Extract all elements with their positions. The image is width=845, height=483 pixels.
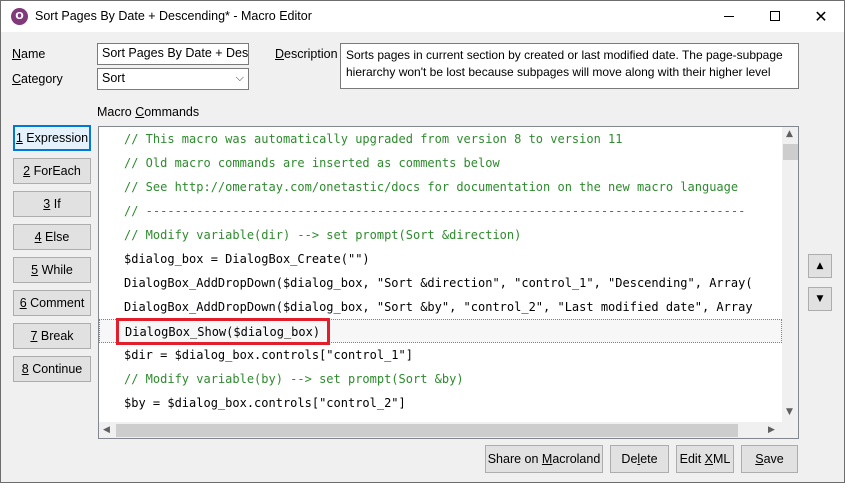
description-label: Description bbox=[275, 47, 338, 61]
break-key: 7 bbox=[30, 329, 38, 343]
expression-label: Expression bbox=[26, 131, 89, 145]
code-line[interactable]: DialogBox_AddDropDown($dialog_box, "Sort… bbox=[99, 295, 782, 319]
comment-button[interactable]: 6 Comment bbox=[13, 290, 91, 316]
scroll-right-arrow-icon[interactable]: ▶ bbox=[768, 425, 775, 435]
highlight-annotation-box bbox=[116, 318, 330, 345]
move-up-button[interactable]: ▲ bbox=[808, 254, 832, 278]
triangle-down-icon: ▼ bbox=[816, 294, 824, 304]
title-bar: O Sort Pages By Date + Descending* - Mac… bbox=[1, 1, 844, 32]
maximize-icon bbox=[770, 11, 780, 21]
code-line[interactable]: // Old macro commands are inserted as co… bbox=[99, 151, 782, 175]
while-label: While bbox=[41, 263, 73, 277]
break-label: Break bbox=[40, 329, 74, 343]
name-label-rest: ame bbox=[21, 47, 46, 61]
code-line[interactable]: // See http://omeratay.com/onetastic/doc… bbox=[99, 175, 782, 199]
macro-commands-label: Macro Commands bbox=[97, 105, 200, 119]
foreach-label: ForEach bbox=[33, 164, 81, 178]
else-button[interactable]: 4 Else bbox=[13, 224, 91, 250]
scroll-up-arrow-icon[interactable]: ▲ bbox=[786, 129, 793, 139]
else-key: 4 bbox=[34, 230, 42, 244]
expression-key: 1 bbox=[15, 131, 23, 145]
close-icon: ✕ bbox=[814, 7, 828, 26]
category-value: Sort bbox=[102, 71, 125, 85]
code-line[interactable]: $by = $dialog_box.controls["control_2"] bbox=[99, 391, 782, 415]
save-button[interactable]: Save bbox=[741, 445, 798, 473]
vertical-scroll-thumb[interactable] bbox=[783, 144, 798, 160]
triangle-up-icon: ▲ bbox=[816, 261, 824, 271]
if-key: 3 bbox=[43, 197, 51, 211]
continue-button[interactable]: 8 Continue bbox=[13, 356, 91, 382]
delete-button[interactable]: Delete bbox=[610, 445, 669, 473]
onetastic-icon: O bbox=[11, 8, 28, 25]
share-on-macroland-button[interactable]: Share on Macroland bbox=[485, 445, 603, 473]
foreach-key: 2 bbox=[23, 164, 31, 178]
continue-label: Continue bbox=[32, 362, 83, 376]
category-label: Category bbox=[12, 72, 63, 86]
category-select[interactable]: Sort ⌵ bbox=[97, 68, 249, 90]
else-label: Else bbox=[45, 230, 70, 244]
window-title: Sort Pages By Date + Descending* - Macro… bbox=[35, 9, 312, 23]
comment-key: 6 bbox=[19, 296, 27, 310]
minimize-button[interactable] bbox=[706, 1, 752, 32]
move-down-button[interactable]: ▼ bbox=[808, 287, 832, 311]
scrollbar-corner bbox=[782, 422, 798, 438]
code-line[interactable]: DialogBox_AddDropDown($dialog_box, "Sort… bbox=[99, 271, 782, 295]
chevron-down-icon: ⌵ bbox=[235, 71, 244, 84]
while-key: 5 bbox=[31, 263, 39, 277]
if-label: If bbox=[53, 197, 61, 211]
break-button[interactable]: 7 Break bbox=[13, 323, 91, 349]
description-field[interactable]: Sorts pages in current section by create… bbox=[340, 43, 799, 89]
horizontal-scrollbar[interactable]: ◀ ▶ bbox=[99, 422, 782, 438]
minimize-icon bbox=[724, 15, 734, 17]
expression-button[interactable]: 1 Expression bbox=[13, 125, 91, 151]
vertical-scrollbar[interactable]: ▲ ▼ bbox=[782, 127, 798, 422]
scroll-left-arrow-icon[interactable]: ◀ bbox=[103, 425, 110, 435]
name-label: Name bbox=[12, 47, 46, 61]
scroll-down-arrow-icon[interactable]: ▼ bbox=[786, 407, 793, 417]
code-line[interactable]: $dir = $dialog_box.controls["control_1"] bbox=[99, 343, 782, 367]
code-line[interactable]: // Modify variable(by) --> set prompt(So… bbox=[99, 367, 782, 391]
continue-key: 8 bbox=[21, 362, 29, 376]
code-line[interactable]: // Modify variable(dir) --> set prompt(S… bbox=[99, 223, 782, 247]
macro-editor-window: O Sort Pages By Date + Descending* - Mac… bbox=[0, 0, 845, 483]
name-field[interactable]: Sort Pages By Date + Desce bbox=[97, 43, 249, 65]
code-line[interactable]: // This macro was automatically upgraded… bbox=[99, 127, 782, 151]
maximize-button[interactable] bbox=[752, 1, 798, 32]
comment-label: Comment bbox=[30, 296, 85, 310]
while-button[interactable]: 5 While bbox=[13, 257, 91, 283]
code-line[interactable]: // -------------------------------------… bbox=[99, 199, 782, 223]
horizontal-scroll-thumb[interactable] bbox=[116, 424, 738, 437]
edit-xml-button[interactable]: Edit XML bbox=[676, 445, 734, 473]
code-line[interactable]: $dialog_box = DialogBox_Create("") bbox=[99, 247, 782, 271]
if-button[interactable]: 3 If bbox=[13, 191, 91, 217]
foreach-button[interactable]: 2 ForEach bbox=[13, 158, 91, 184]
close-button[interactable]: ✕ bbox=[798, 1, 844, 32]
macro-code-editor[interactable]: // This macro was automatically upgraded… bbox=[98, 126, 799, 439]
